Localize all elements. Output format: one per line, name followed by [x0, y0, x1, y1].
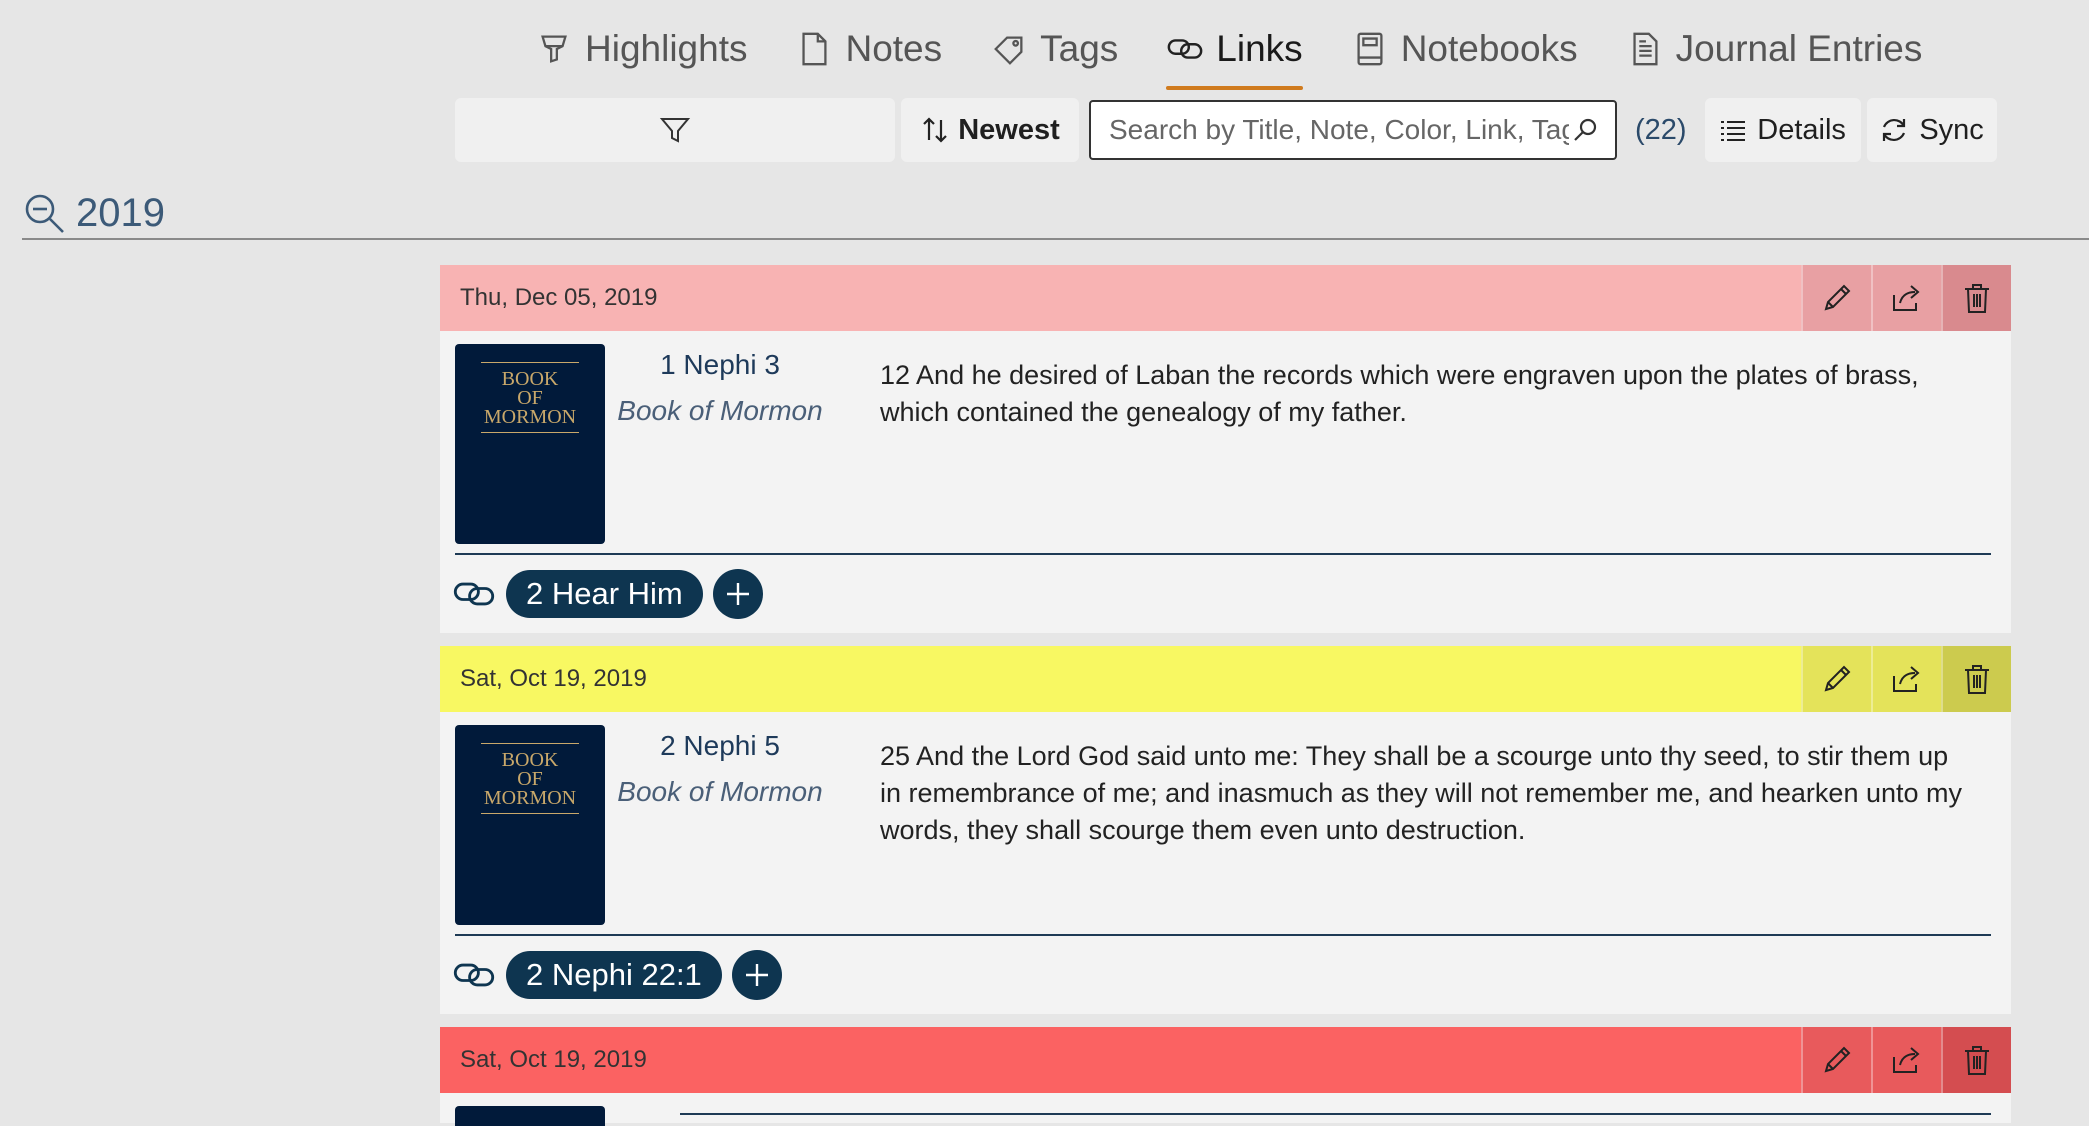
tab-label: Highlights [585, 28, 748, 69]
tab-label: Notes [845, 28, 943, 69]
card-body: BOOK OF MORMON 2 Nephi 5 Book of Mormon … [440, 712, 2011, 936]
card-links: 2 Hear Him [440, 555, 2011, 633]
card-actions [1801, 1027, 2011, 1093]
book-cover-image: BOOK OF MORMON [455, 344, 605, 544]
card-header: Thu, Dec 05, 2019 [440, 265, 2011, 331]
toolbar: Newest (22) Details Sync [455, 97, 2003, 163]
pencil-icon [1824, 1046, 1851, 1073]
tab-label: Tags [1040, 28, 1119, 69]
link-chip[interactable]: 2 Hear Him [506, 570, 703, 618]
book-label: Book of Mormon [617, 395, 823, 426]
delete-button[interactable] [1941, 646, 2011, 712]
link-icon [453, 582, 495, 606]
filter-button[interactable] [455, 98, 895, 162]
sync-button[interactable]: Sync [1866, 98, 1997, 162]
link-chip[interactable]: 2 Nephi 22:1 [506, 951, 722, 999]
card-body: BOOK OF MORMON 1 Nephi 3 Book of Mormon … [440, 331, 2011, 555]
note-icon [802, 32, 828, 66]
divider [455, 934, 1991, 936]
sync-icon [1883, 118, 1906, 142]
pencil-icon [1824, 284, 1851, 311]
trash-icon [1965, 665, 1989, 694]
tab-links[interactable]: Links [1166, 14, 1304, 90]
tag-icon [994, 36, 1023, 65]
filter-icon [659, 118, 691, 143]
edit-button[interactable] [1801, 1027, 1871, 1093]
year-label: 2019 [76, 190, 165, 235]
journal-icon [1632, 32, 1658, 66]
plus-icon [726, 583, 749, 605]
link-card: Sat, Oct 19, 2019 [440, 1027, 2011, 1126]
card-actions [1801, 265, 2011, 331]
link-card: Thu, Dec 05, 2019 BOOK OF MORMON 1 Nephi… [440, 265, 2011, 633]
card-header: Sat, Oct 19, 2019 [440, 646, 2011, 712]
highlighter-icon [541, 35, 567, 63]
chapter-label: 1 Nephi 3 [660, 349, 780, 380]
search-icon[interactable] [1571, 116, 1599, 144]
add-link-button[interactable] [731, 950, 782, 1000]
tab-notebooks[interactable]: Notebooks [1351, 14, 1578, 84]
result-count: (22) [1635, 113, 1687, 146]
pencil-icon [1824, 665, 1851, 692]
book-cover-title: BOOK OF MORMON [483, 368, 577, 428]
book-cover-image: BOOK OF MORMON [455, 725, 605, 925]
card-date: Sat, Oct 19, 2019 [460, 665, 647, 692]
delete-button[interactable] [1941, 1027, 2011, 1093]
card-actions [1801, 646, 2011, 712]
sort-label: Newest [958, 113, 1060, 146]
link-icon [1167, 39, 1203, 59]
tab-highlights[interactable]: Highlights [535, 14, 747, 84]
zoom-out-icon [25, 194, 64, 233]
search-input[interactable] [1107, 113, 1571, 147]
share-icon [1893, 666, 1920, 692]
tab-label: Notebooks [1400, 28, 1578, 69]
tab-notes[interactable]: Notes [795, 14, 942, 84]
chapter-label: 2 Nephi 5 [660, 730, 780, 761]
delete-button[interactable] [1941, 265, 2011, 331]
book-label: Book of Mormon [617, 776, 823, 807]
verse-text: 25 And the Lord God said unto me: They s… [880, 741, 1963, 845]
trash-icon [1965, 1046, 1989, 1075]
sync-label: Sync [1919, 113, 1984, 146]
share-button[interactable] [1871, 1027, 1941, 1093]
edit-button[interactable] [1801, 646, 1871, 712]
book-cover-image [455, 1106, 605, 1126]
link-card: Sat, Oct 19, 2019 BOOK OF MORMON 2 Nephi… [440, 646, 2011, 1014]
divider [455, 553, 1991, 555]
add-link-button[interactable] [712, 569, 763, 619]
share-button[interactable] [1871, 265, 1941, 331]
details-label: Details [1757, 113, 1846, 146]
year-group-header[interactable]: 2019 [22, 188, 2089, 240]
edit-button[interactable] [1801, 265, 1871, 331]
scripture-reference[interactable]: 2 Nephi 5 Book of Mormon [610, 712, 830, 808]
card-links: 2 Nephi 22:1 [440, 936, 2011, 1014]
share-icon [1893, 285, 1920, 311]
scripture-reference[interactable]: 1 Nephi 3 Book of Mormon [610, 331, 830, 427]
share-button[interactable] [1871, 646, 1941, 712]
tab-journal-entries[interactable]: Journal Entries [1626, 14, 1923, 84]
list-icon [1721, 121, 1746, 141]
tab-label: Journal Entries [1675, 28, 1923, 69]
verse-text: 12 And he desired of Laban the records w… [880, 360, 1919, 427]
trash-icon [1965, 284, 1989, 313]
tab-tags[interactable]: Tags [990, 14, 1118, 84]
sort-icon [923, 117, 947, 143]
card-header: Sat, Oct 19, 2019 [440, 1027, 2011, 1093]
sort-button[interactable]: Newest [901, 98, 1079, 162]
card-date: Sat, Oct 19, 2019 [460, 1046, 647, 1073]
share-icon [1893, 1047, 1920, 1073]
view-tabs: Highlights Notes Tags Links Notebooks Jo… [535, 14, 1970, 90]
link-icon [453, 963, 495, 987]
notebook-icon [1357, 32, 1383, 66]
plus-icon [745, 964, 768, 986]
book-cover-title: BOOK OF MORMON [483, 749, 577, 809]
card-date: Thu, Dec 05, 2019 [460, 284, 658, 311]
tab-label: Links [1216, 28, 1303, 69]
search-box [1089, 100, 1617, 160]
details-button[interactable]: Details [1704, 98, 1861, 162]
